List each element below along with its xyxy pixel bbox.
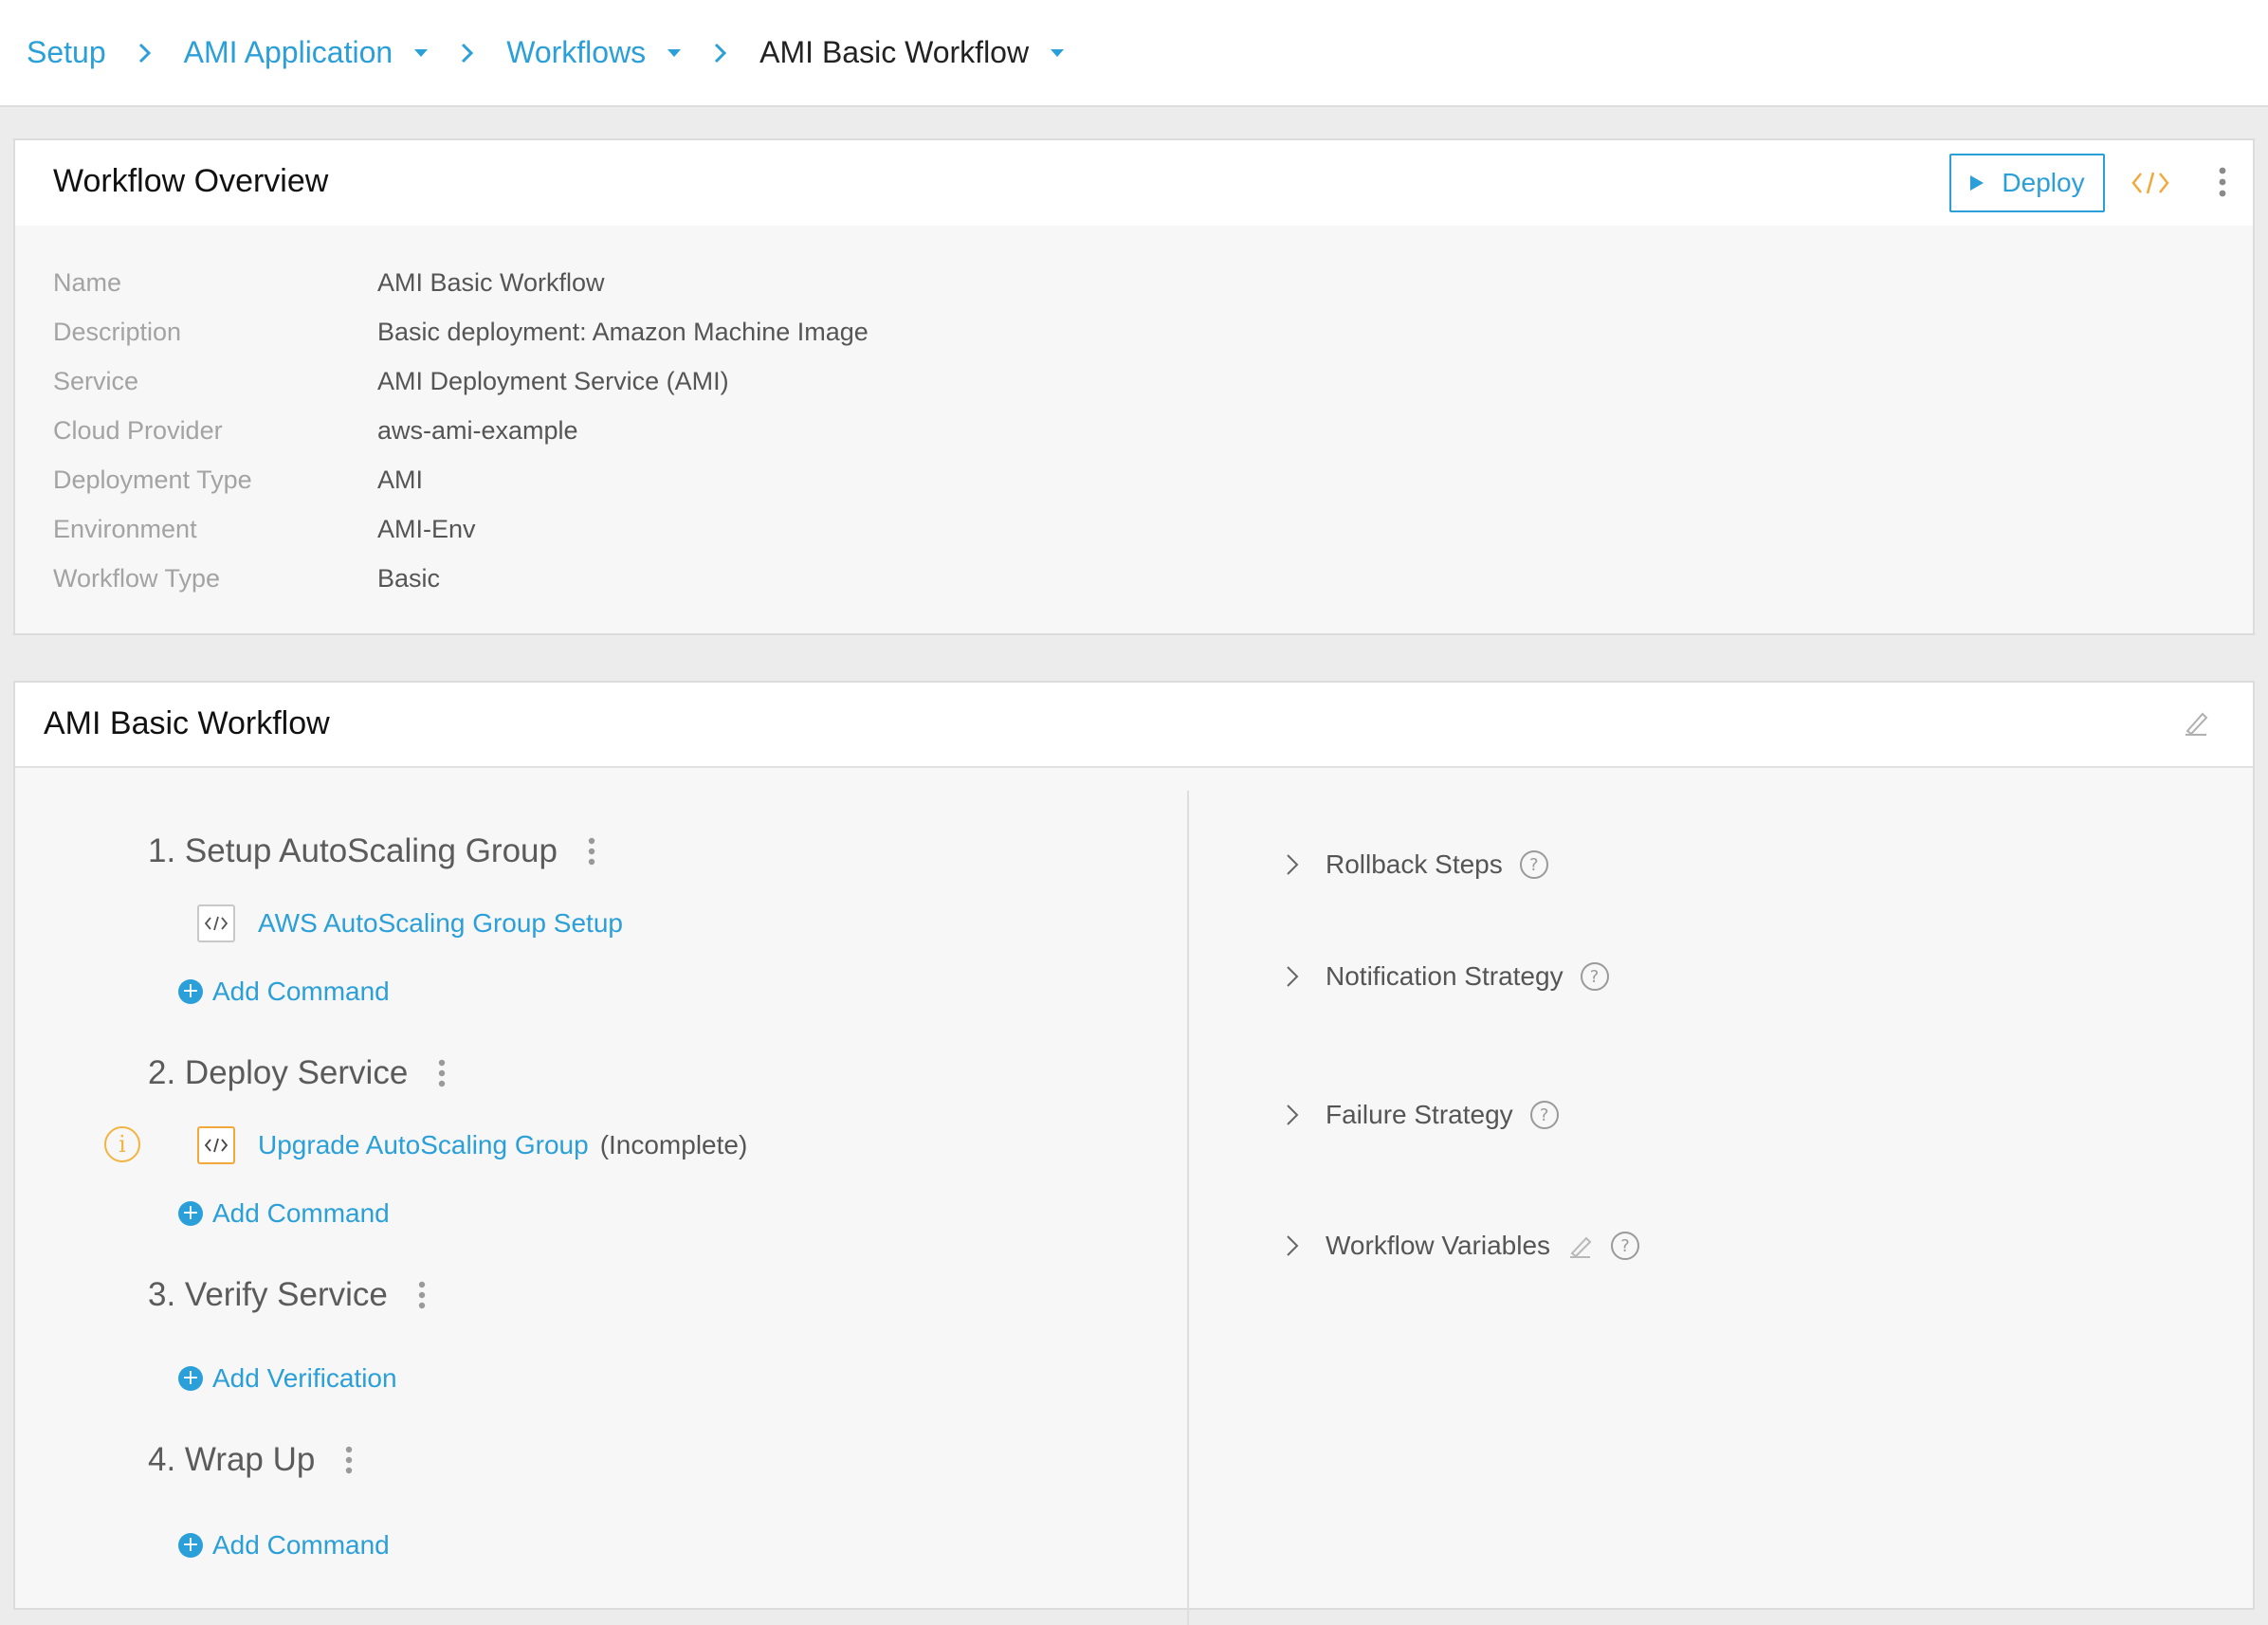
plus-icon: +: [178, 1366, 203, 1391]
chevron-right-icon: [1286, 853, 1299, 876]
overview-field-row: Workflow Type Basic: [53, 559, 440, 597]
incomplete-note: (Incomplete): [599, 1130, 748, 1159]
add-verification-button[interactable]: + Add Verification: [178, 1363, 397, 1394]
chevron-right-icon: [1286, 965, 1299, 988]
notification-strategy-label: Notification Strategy: [1326, 961, 1564, 991]
rollback-steps-toggle[interactable]: Rollback Steps ?: [1286, 849, 1548, 880]
deploy-button[interactable]: Deploy: [1949, 154, 2105, 212]
help-icon[interactable]: ?: [1519, 850, 1548, 879]
help-icon[interactable]: ?: [1580, 962, 1609, 991]
plus-icon: +: [178, 979, 203, 1004]
field-value: Basic deployment: Amazon Machine Image: [377, 317, 869, 346]
help-icon[interactable]: ?: [1611, 1232, 1640, 1260]
field-label: Service: [53, 366, 139, 395]
plus-icon: +: [178, 1201, 203, 1226]
overview-field-row: Environment AMI-Env: [53, 510, 476, 548]
code-icon: [197, 1126, 235, 1164]
breadcrumb-current-label: AMI Basic Workflow: [759, 35, 1030, 69]
chevron-right-icon: [714, 43, 727, 64]
workflow-variables-toggle[interactable]: Workflow Variables ?: [1286, 1231, 1640, 1261]
phase-setup-autoscaling-group: 1. Setup AutoScaling Group: [148, 832, 595, 870]
breadcrumb-application[interactable]: AMI Application: [184, 35, 430, 70]
breadcrumb-workflows[interactable]: Workflows: [506, 35, 682, 70]
phase-title-label: 2. Deploy Service: [148, 1054, 409, 1091]
workflow-variables-label: Workflow Variables: [1326, 1231, 1551, 1260]
add-verification-label: Add Verification: [212, 1363, 397, 1393]
add-command-button[interactable]: + Add Command: [178, 1198, 390, 1229]
field-label: Description: [53, 317, 182, 346]
phase-deploy-service: 2. Deploy Service: [148, 1054, 446, 1092]
step-upgrade-autoscaling-group[interactable]: Upgrade AutoScaling Group (Incomplete): [197, 1126, 747, 1164]
edit-pencil-icon[interactable]: [2179, 705, 2213, 739]
workflow-title: AMI Basic Workflow: [44, 705, 330, 741]
add-command-label: Add Command: [212, 1198, 390, 1228]
overview-field-row: Name AMI Basic Workflow: [53, 264, 605, 301]
overview-field-row: Service AMI Deployment Service (AMI): [53, 362, 729, 400]
chevron-right-icon: [138, 43, 152, 64]
field-value: AMI Basic Workflow: [377, 267, 605, 297]
failure-strategy-label: Failure Strategy: [1326, 1100, 1513, 1129]
caret-down-icon[interactable]: [1050, 48, 1065, 58]
info-warning-icon[interactable]: i: [104, 1126, 140, 1162]
more-options-icon[interactable]: [588, 837, 595, 866]
step-link[interactable]: Upgrade AutoScaling Group: [258, 1130, 589, 1160]
overview-field-row: Deployment Type AMI: [53, 461, 423, 499]
overview-field-row: Cloud Provider aws-ami-example: [53, 411, 578, 449]
field-label: Cloud Provider: [53, 415, 223, 445]
step-link[interactable]: AWS AutoScaling Group Setup: [258, 908, 623, 939]
field-label: Environment: [53, 514, 197, 543]
field-value: aws-ami-example: [377, 415, 578, 445]
field-value: AMI Deployment Service (AMI): [377, 366, 729, 395]
more-options-icon[interactable]: [418, 1281, 426, 1309]
breadcrumb-setup[interactable]: Setup: [27, 35, 106, 70]
column-divider: [1187, 791, 1189, 1625]
chevron-right-icon: [1286, 1234, 1299, 1257]
code-icon: [197, 904, 235, 942]
workflow-header: AMI Basic Workflow: [15, 683, 2253, 768]
field-value: Basic: [377, 563, 441, 593]
phase-title-label: 3. Verify Service: [148, 1276, 388, 1313]
breadcrumb: Setup AMI Application Workflows AMI Basi…: [0, 0, 2268, 107]
notification-strategy-toggle[interactable]: Notification Strategy ?: [1286, 961, 1609, 992]
phase-wrap-up: 4. Wrap Up: [148, 1441, 353, 1479]
phase-title-label: 1. Setup AutoScaling Group: [148, 832, 558, 869]
caret-down-icon[interactable]: [667, 48, 682, 58]
field-value: AMI-Env: [377, 514, 476, 543]
help-icon[interactable]: ?: [1529, 1101, 1559, 1129]
breadcrumb-application-link[interactable]: AMI Application: [184, 35, 393, 70]
phase-title-label: 4. Wrap Up: [148, 1441, 316, 1478]
breadcrumb-workflows-link[interactable]: Workflows: [506, 35, 646, 70]
add-command-label: Add Command: [212, 977, 390, 1006]
workflow-overview-panel: Workflow Overview Deploy Name AMI Basic …: [13, 138, 2255, 635]
breadcrumb-setup-link[interactable]: Setup: [27, 35, 106, 70]
step-aws-autoscaling-group-setup[interactable]: AWS AutoScaling Group Setup: [197, 904, 623, 942]
chevron-right-icon: [1286, 1104, 1299, 1126]
rollback-steps-label: Rollback Steps: [1326, 849, 1503, 879]
field-label: Deployment Type: [53, 465, 252, 494]
caret-down-icon[interactable]: [413, 48, 429, 58]
more-options-icon[interactable]: [438, 1059, 446, 1087]
deploy-button-label: Deploy: [2002, 168, 2085, 197]
plus-icon: +: [178, 1533, 203, 1558]
overview-field-row: Description Basic deployment: Amazon Mac…: [53, 313, 869, 351]
play-icon: [1970, 175, 1984, 191]
phase-verify-service: 3. Verify Service: [148, 1276, 426, 1314]
chevron-right-icon: [461, 43, 474, 64]
add-command-button[interactable]: + Add Command: [178, 977, 390, 1007]
add-command-label: Add Command: [212, 1530, 390, 1560]
workflow-overview-title: Workflow Overview: [53, 163, 329, 199]
code-view-icon[interactable]: [2130, 165, 2171, 201]
breadcrumb-current-workflow[interactable]: AMI Basic Workflow: [759, 35, 1065, 70]
failure-strategy-toggle[interactable]: Failure Strategy ?: [1286, 1100, 1559, 1130]
field-label: Workflow Type: [53, 563, 221, 593]
more-options-icon[interactable]: [345, 1446, 353, 1474]
workflow-overview-header: Workflow Overview Deploy: [15, 140, 2253, 226]
edit-pencil-icon[interactable]: [1567, 1232, 1594, 1259]
field-value: AMI: [377, 465, 424, 494]
more-options-icon[interactable]: [2213, 163, 2232, 201]
add-command-button[interactable]: + Add Command: [178, 1530, 390, 1561]
workflow-panel: AMI Basic Workflow 1. Setup AutoScaling …: [13, 681, 2255, 1625]
field-label: Name: [53, 267, 122, 297]
